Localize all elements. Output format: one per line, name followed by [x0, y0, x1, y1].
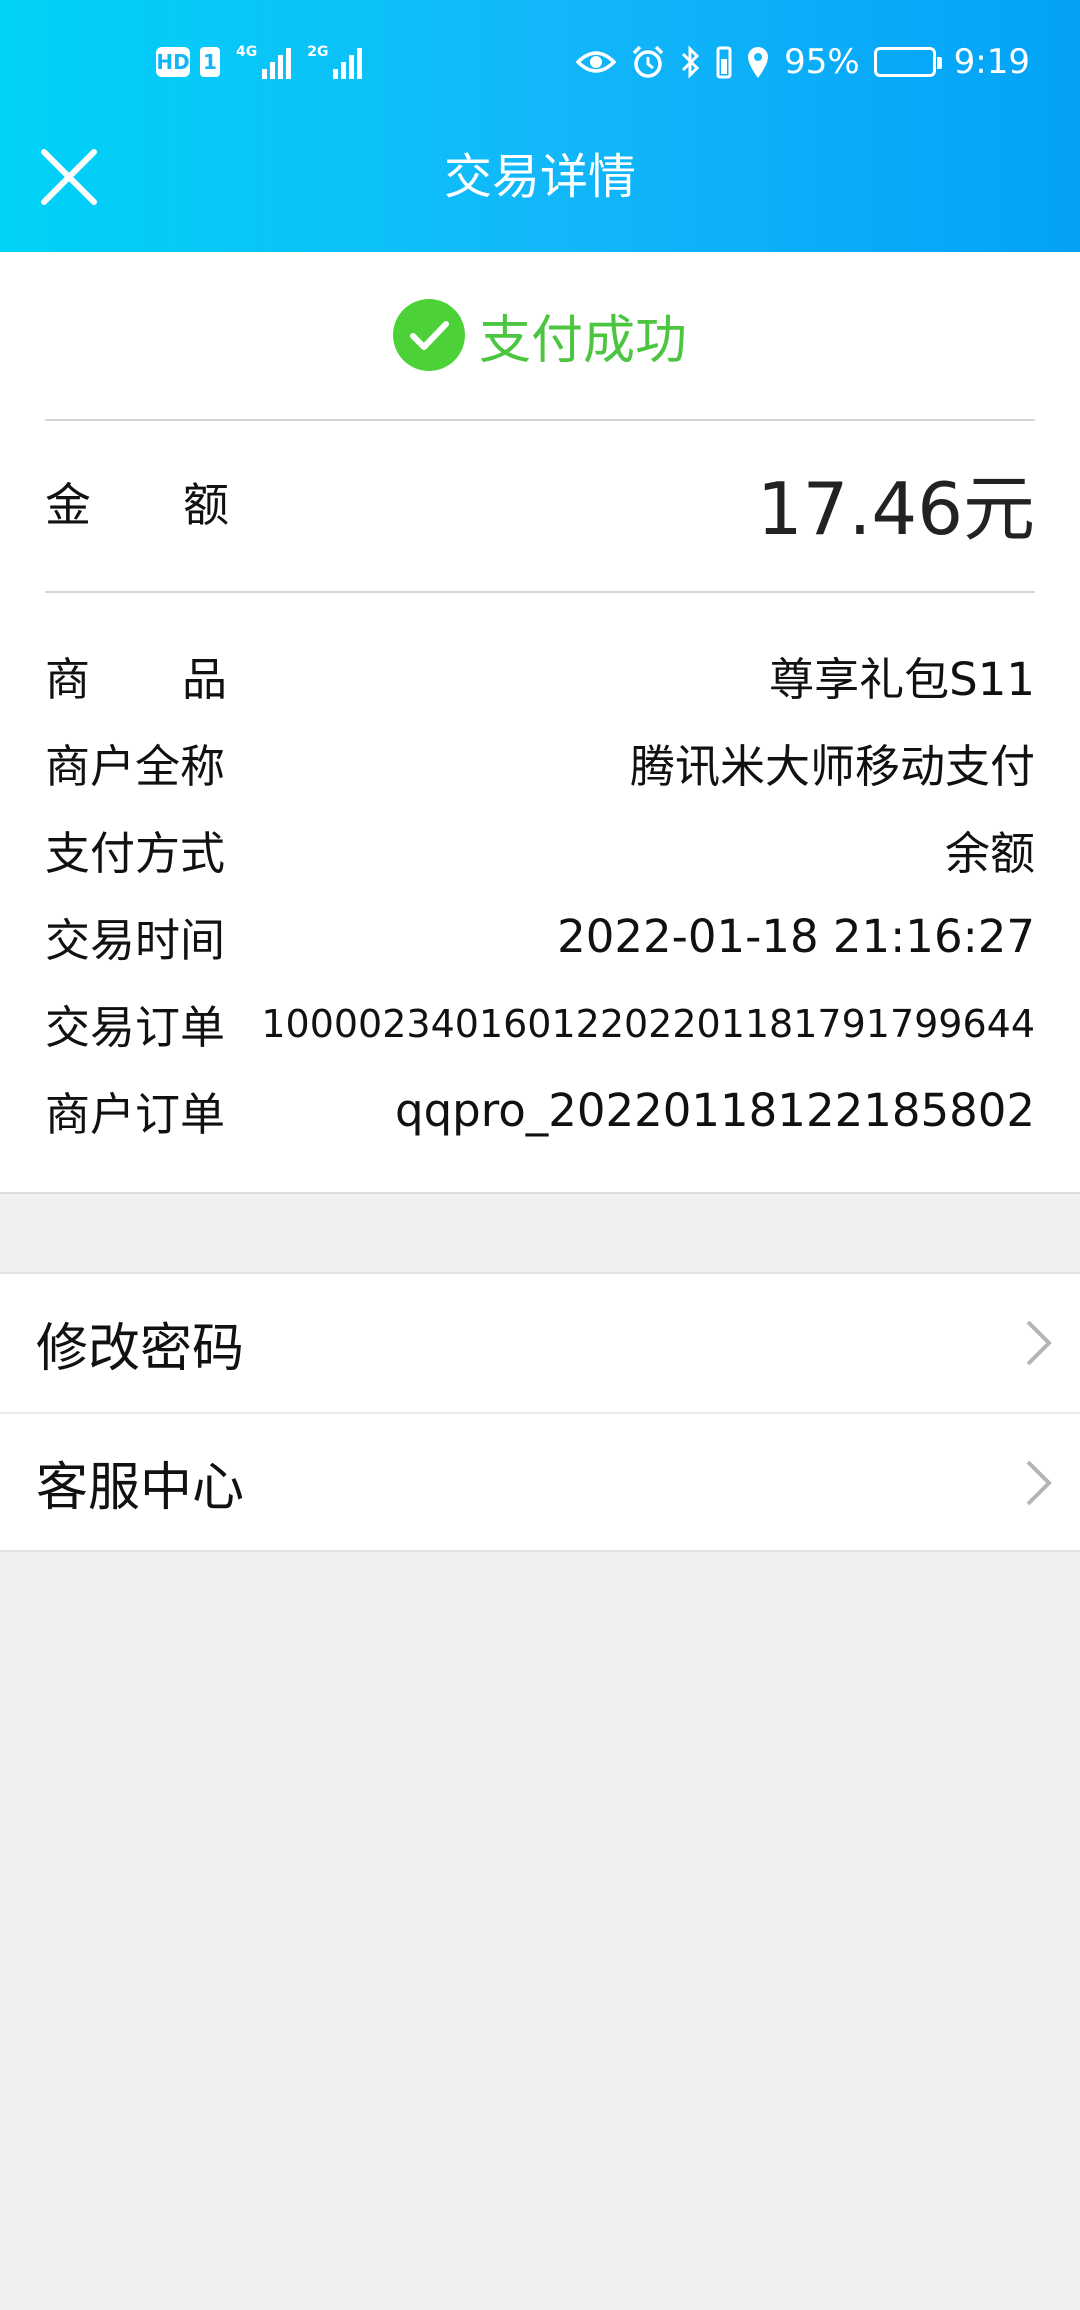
payment-status-text: 支付成功	[478, 310, 687, 371]
detail-label: 交易时间	[45, 914, 226, 967]
detail-label: 交易订单	[45, 1001, 226, 1054]
chevron-right-icon	[1026, 1460, 1052, 1506]
payment-status: 支付成功	[0, 292, 1080, 378]
detail-row-transaction-order: 交易订单 10000234016012202201181791799644	[45, 980, 1035, 1067]
clock: 9:19	[953, 42, 1030, 82]
detail-label: 商户订单	[45, 1088, 226, 1141]
detail-row-time: 交易时间 2022-01-18 21:16:27	[45, 893, 1035, 980]
detail-label: 支付方式	[45, 827, 226, 880]
detail-value: 尊享礼包S11	[769, 653, 1035, 706]
divider	[45, 419, 1035, 421]
menu-item-label: 修改密码	[36, 1318, 245, 1379]
detail-value: 余额	[944, 827, 1035, 880]
bluetooth-icon	[680, 44, 702, 80]
network-4g-label: 4G	[236, 44, 258, 60]
status-right: 95% 9:19	[576, 38, 1030, 86]
sim-icon: 1	[200, 47, 220, 77]
menu-item-customer-service[interactable]: 客服中心	[0, 1412, 1080, 1550]
signal-2g-icon: 2G	[307, 44, 363, 79]
amount-value: 17.46元	[756, 466, 1035, 551]
vibrate-battery-icon	[716, 45, 732, 79]
chevron-right-icon	[1026, 1320, 1052, 1366]
detail-value: qqpro_20220118122185802	[395, 1084, 1035, 1137]
transaction-card: 支付成功 金额 17.46元 商品 尊享礼包S11 商户全称 腾讯米大师移动支付…	[0, 252, 1080, 1194]
status-bar: HD 1 4G 2G 95% 9:19	[0, 0, 1080, 126]
detail-row-merchant: 商户全称 腾讯米大师移动支付	[45, 719, 1035, 806]
detail-row-merchant-order: 商户订单 qqpro_20220118122185802	[45, 1067, 1035, 1154]
battery-percent: 95%	[784, 42, 860, 82]
hd-icon: HD	[156, 47, 190, 77]
detail-row-payment-method: 支付方式 余额	[45, 806, 1035, 893]
amount-row: 金额 17.46元	[45, 432, 1035, 572]
amount-label: 金额	[45, 478, 321, 532]
network-2g-label: 2G	[307, 44, 329, 60]
detail-value: 腾讯米大师移动支付	[629, 740, 1035, 793]
alarm-icon	[630, 44, 666, 80]
detail-value: 10000234016012202201181791799644	[261, 1001, 1035, 1046]
divider	[45, 591, 1035, 593]
battery-icon	[873, 47, 942, 77]
header: HD 1 4G 2G 95% 9:19 交易详情	[0, 0, 1080, 252]
page-title: 交易详情	[443, 149, 636, 205]
settings-menu: 修改密码 客服中心	[0, 1272, 1080, 1552]
detail-value: 2022-01-18 21:16:27	[557, 910, 1035, 963]
detail-list: 商品 尊享礼包S11 商户全称 腾讯米大师移动支付 支付方式 余额 交易时间 2…	[45, 632, 1035, 1154]
check-circle-icon	[392, 299, 465, 371]
detail-label: 商品	[45, 653, 320, 706]
menu-item-change-password[interactable]: 修改密码	[0, 1274, 1080, 1412]
detail-row-product: 商品 尊享礼包S11	[45, 632, 1035, 719]
detail-label: 商户全称	[45, 740, 226, 793]
status-left: HD 1 4G 2G	[156, 38, 363, 86]
location-icon	[746, 45, 770, 79]
signal-4g-icon: 4G	[236, 44, 292, 79]
menu-item-label: 客服中心	[36, 1457, 245, 1518]
eye-icon	[576, 48, 617, 76]
